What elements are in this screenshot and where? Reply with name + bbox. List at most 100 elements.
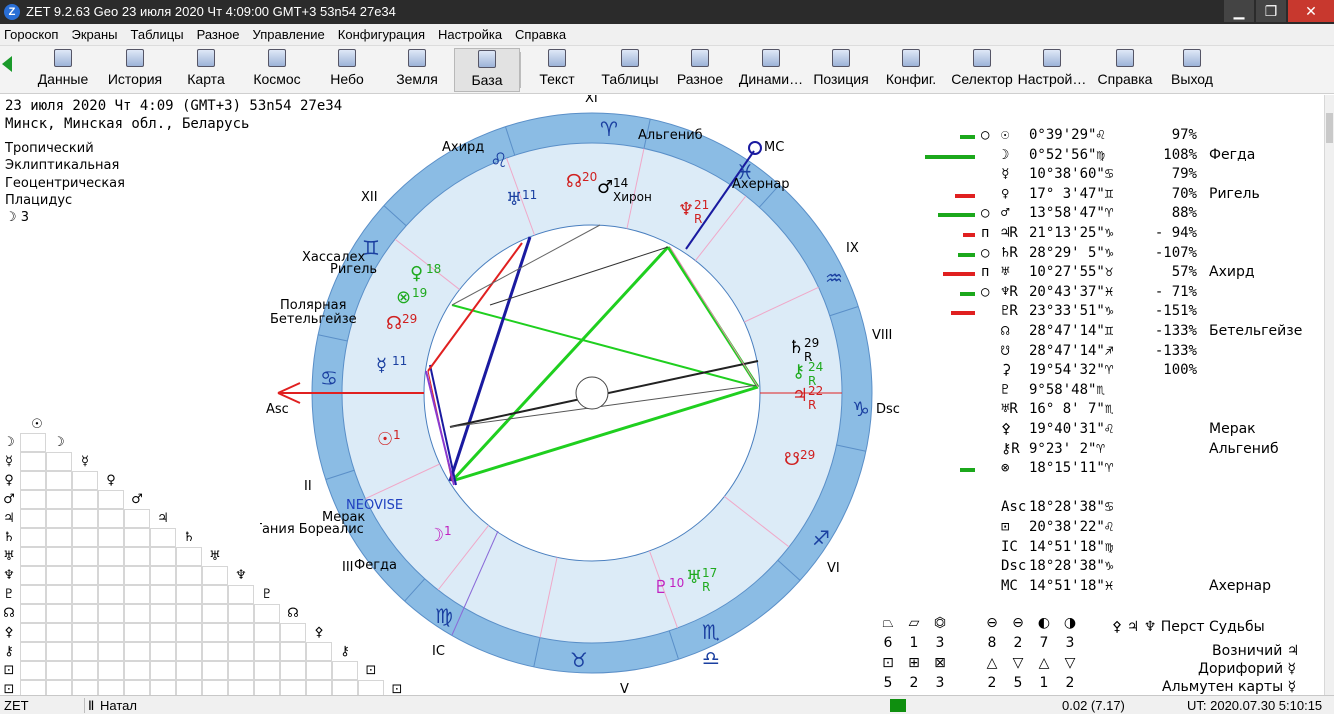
aspect-cell[interactable] xyxy=(202,585,228,604)
planet-row[interactable]: ♇ 9°58'48"♏ xyxy=(925,382,1305,401)
aspect-cell[interactable] xyxy=(20,642,46,661)
aspect-cell[interactable] xyxy=(332,661,358,680)
minimize-button[interactable]: ▁ xyxy=(1224,0,1254,22)
aspect-cell[interactable] xyxy=(202,680,228,695)
planet-row[interactable]: ⊗ 18°15'11"♈ xyxy=(925,460,1305,479)
aspect-cell[interactable] xyxy=(46,642,72,661)
aspect-cell[interactable] xyxy=(202,566,228,585)
planet-row[interactable] xyxy=(925,480,1305,499)
toolbar-database-button[interactable]: База xyxy=(454,48,520,92)
planet-row[interactable]: ♅R 16° 8' 7"♏ xyxy=(925,401,1305,420)
planet-row[interactable]: ○ ♂ 13°58'47"♈ 88% xyxy=(925,205,1305,224)
aspect-cell[interactable] xyxy=(72,490,98,509)
toolbar-cosmos-button[interactable]: Космос xyxy=(244,48,310,92)
aspect-cell[interactable] xyxy=(20,623,46,642)
aspect-cell[interactable] xyxy=(72,623,98,642)
aspect-cell[interactable] xyxy=(150,528,176,547)
aspect-cell[interactable] xyxy=(254,604,280,623)
aspect-cell[interactable] xyxy=(46,585,72,604)
toolbar-tables-button[interactable]: Таблицы xyxy=(594,48,666,92)
aspect-cell[interactable] xyxy=(46,680,72,695)
aspect-cell[interactable] xyxy=(20,604,46,623)
planet-row[interactable]: ○ ♄R 28°29' 5"♑ -107% xyxy=(925,245,1305,264)
aspect-cell[interactable] xyxy=(46,528,72,547)
aspect-cell[interactable] xyxy=(98,604,124,623)
menu-5[interactable]: Конфигурация xyxy=(338,27,425,42)
planet-row[interactable]: ☋ 28°47'14"♐ -133% xyxy=(925,343,1305,362)
aspect-cell[interactable] xyxy=(20,547,46,566)
planet-row[interactable]: IC 14°51'18"♍ xyxy=(925,539,1305,558)
aspect-cell[interactable] xyxy=(124,547,150,566)
menu-6[interactable]: Настройка xyxy=(438,27,502,42)
aspect-cell[interactable] xyxy=(98,547,124,566)
aspect-cell[interactable] xyxy=(72,528,98,547)
toolbar-earth-button[interactable]: Земля xyxy=(384,48,450,92)
aspect-cell[interactable] xyxy=(254,680,280,695)
aspect-cell[interactable] xyxy=(176,585,202,604)
menu-2[interactable]: Таблицы xyxy=(130,27,183,42)
toolbar-misc-button[interactable]: Разное xyxy=(670,48,730,92)
aspect-cell[interactable] xyxy=(98,661,124,680)
aspect-cell[interactable] xyxy=(176,623,202,642)
aspect-cell[interactable] xyxy=(280,680,306,695)
planet-row[interactable]: п ♃R 21°13'25"♑ - 94% xyxy=(925,225,1305,244)
planet-row[interactable]: ⚴ 19°40'31"♌ Мерак xyxy=(925,421,1305,440)
aspect-cell[interactable] xyxy=(228,680,254,695)
toolbar-exit-button[interactable]: Выход xyxy=(1162,48,1222,92)
toolbar-selector-button[interactable]: Селектор xyxy=(946,48,1018,92)
aspect-cell[interactable] xyxy=(46,452,72,471)
aspect-cell[interactable] xyxy=(72,566,98,585)
aspect-cell[interactable] xyxy=(46,661,72,680)
menu-3[interactable]: Разное xyxy=(197,27,240,42)
planet-row[interactable]: ☊ 28°47'14"♊ -133% Бетельгейзе xyxy=(925,323,1305,342)
aspect-cell[interactable] xyxy=(176,604,202,623)
aspect-cell[interactable] xyxy=(124,566,150,585)
planet-row[interactable]: ♇R 23°33'51"♑ -151% xyxy=(925,303,1305,322)
aspect-cell[interactable] xyxy=(202,623,228,642)
aspect-cell[interactable] xyxy=(124,585,150,604)
aspect-cell[interactable] xyxy=(72,585,98,604)
toolbar-help-button[interactable]: Справка xyxy=(1092,48,1158,92)
aspect-cell[interactable] xyxy=(124,642,150,661)
aspect-cell[interactable] xyxy=(20,680,46,695)
aspect-cell[interactable] xyxy=(72,642,98,661)
aspect-cell[interactable] xyxy=(72,509,98,528)
aspect-cell[interactable] xyxy=(124,604,150,623)
planet-row[interactable]: ⚳ 19°54'32"♈ 100% xyxy=(925,362,1305,381)
aspect-cell[interactable] xyxy=(72,604,98,623)
aspect-cell[interactable] xyxy=(228,642,254,661)
aspect-cell[interactable] xyxy=(228,585,254,604)
planet-row[interactable]: Dsc 18°28'38"♑ xyxy=(925,558,1305,577)
aspect-cell[interactable] xyxy=(150,604,176,623)
aspect-cell[interactable] xyxy=(46,547,72,566)
planet-row[interactable]: ○ ☉ 0°39'29"♌ 97% xyxy=(925,127,1305,146)
aspect-cell[interactable] xyxy=(46,623,72,642)
aspect-cell[interactable] xyxy=(124,623,150,642)
menu-0[interactable]: Гороскоп xyxy=(4,27,58,42)
aspect-cell[interactable] xyxy=(176,547,202,566)
aspect-cell[interactable] xyxy=(20,433,46,452)
planet-row[interactable]: MC 14°51'18"♓ Ахернар xyxy=(925,578,1305,597)
aspect-cell[interactable] xyxy=(150,661,176,680)
aspect-cell[interactable] xyxy=(46,490,72,509)
aspect-cell[interactable] xyxy=(280,623,306,642)
aspect-cell[interactable] xyxy=(98,490,124,509)
aspect-cell[interactable] xyxy=(98,509,124,528)
aspect-cell[interactable] xyxy=(72,680,98,695)
aspect-cell[interactable] xyxy=(150,547,176,566)
aspect-cell[interactable] xyxy=(228,604,254,623)
toolbar-data-button[interactable]: Данные xyxy=(30,48,96,92)
natal-chart-wheel[interactable]: MCAscIIIIIICVVIDscVIIIIXXIXII♈♉♊♋♌♍♎♏♐♑♒… xyxy=(260,95,920,695)
aspect-cell[interactable] xyxy=(280,661,306,680)
aspect-cell[interactable] xyxy=(72,661,98,680)
aspect-cell[interactable] xyxy=(150,566,176,585)
toolbar-map-button[interactable]: Карта xyxy=(172,48,240,92)
scroll-thumb[interactable] xyxy=(1326,113,1333,143)
aspect-cell[interactable] xyxy=(20,566,46,585)
aspect-cell[interactable] xyxy=(202,604,228,623)
aspect-cell[interactable] xyxy=(20,585,46,604)
aspect-cell[interactable] xyxy=(46,471,72,490)
aspect-cell[interactable] xyxy=(176,642,202,661)
menu-7[interactable]: Справка xyxy=(515,27,566,42)
aspect-cell[interactable] xyxy=(150,623,176,642)
